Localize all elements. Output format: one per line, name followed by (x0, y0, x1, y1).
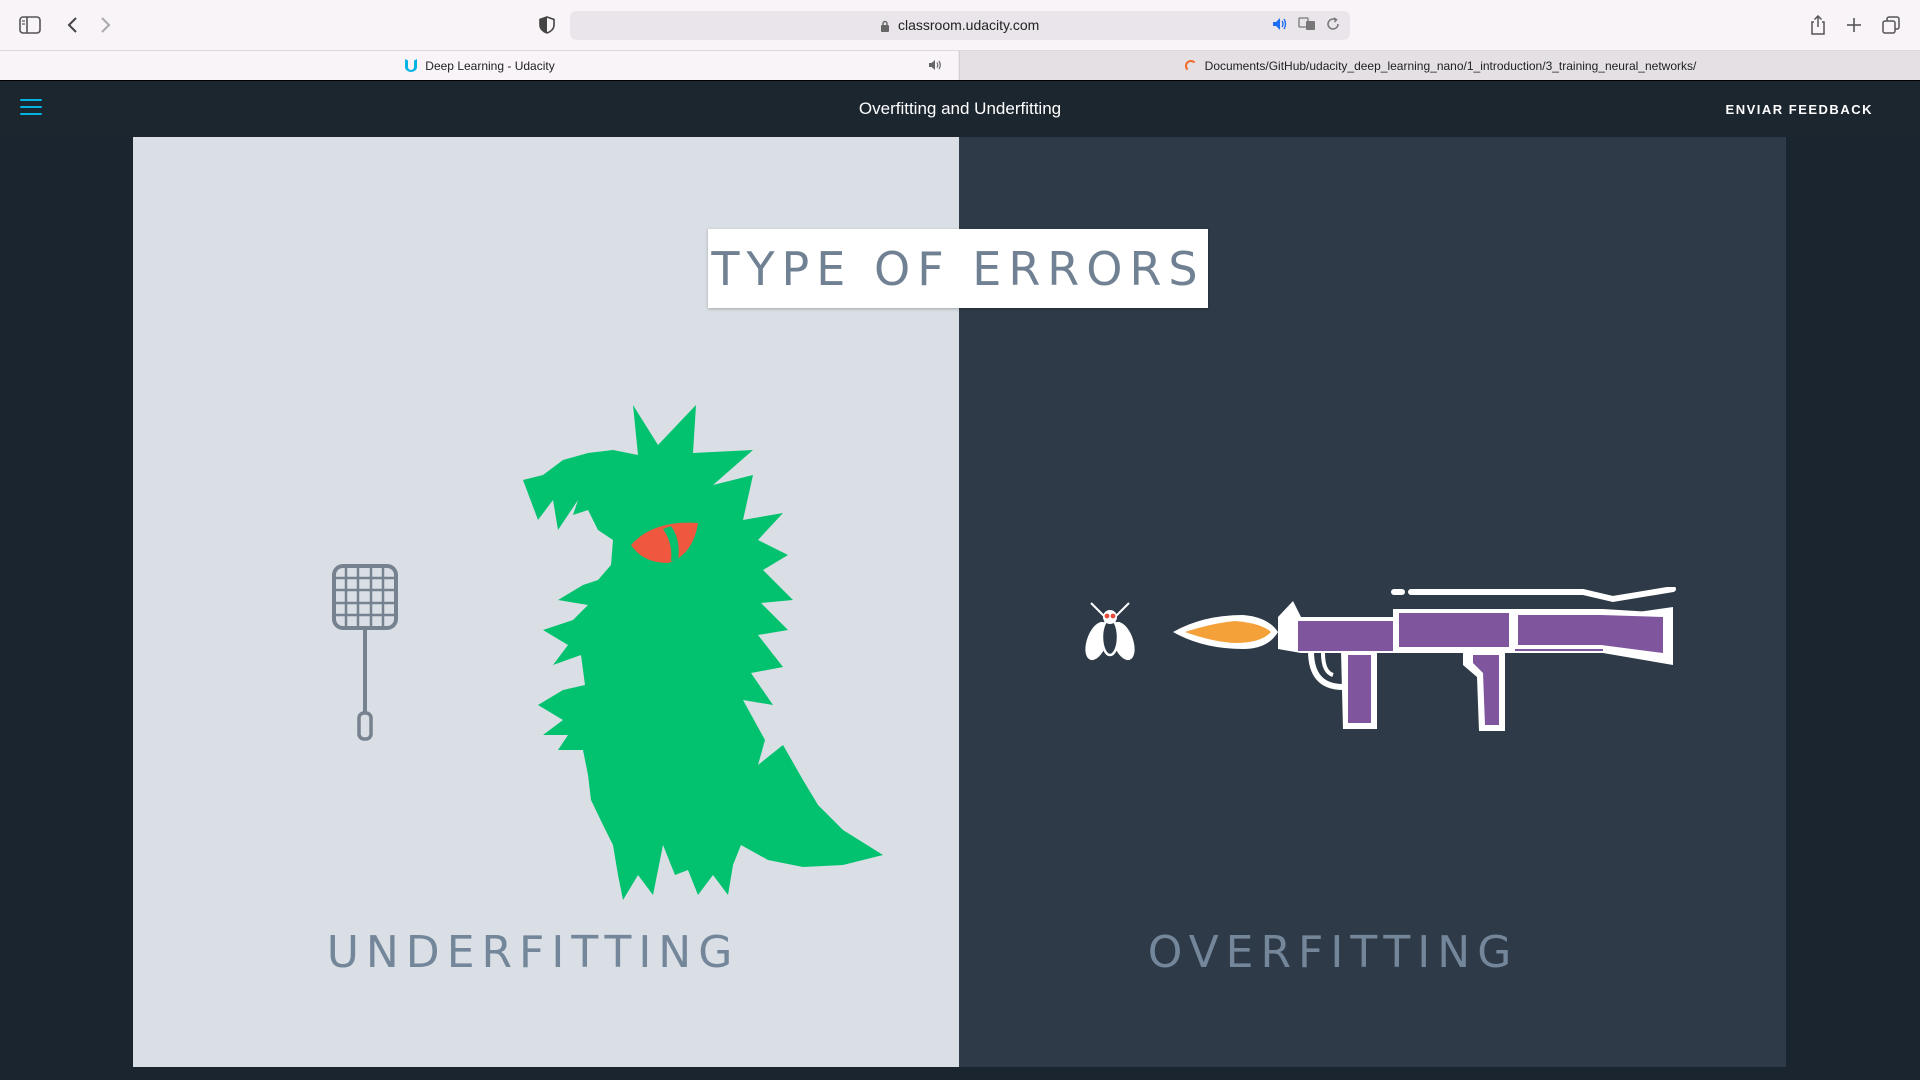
video-stage: TYPE OF ERRORS UNDERFITTING OVERFITTING (0, 137, 1920, 1080)
video-player[interactable]: TYPE OF ERRORS UNDERFITTING OVERFITTING (133, 137, 1786, 1067)
tab-audio-icon[interactable] (928, 59, 942, 74)
shield-icon[interactable] (535, 13, 559, 37)
lock-icon (880, 19, 890, 37)
address-bar[interactable]: classroom.udacity.com (570, 11, 1350, 40)
classroom-header: Overfitting and Underfitting ENVIAR FEED… (0, 80, 1920, 138)
back-icon[interactable] (60, 13, 84, 37)
page-title: Overfitting and Underfitting (858, 99, 1062, 118)
overfitting-label: OVERFITTING (1147, 927, 1519, 978)
monster-icon (523, 405, 883, 900)
tab-documents[interactable]: Documents/GitHub/udacity_deep_learning_n… (959, 51, 1920, 81)
tab-bar: Deep Learning - Udacity Documents/GitHub… (0, 50, 1920, 81)
udacity-logo-icon (403, 57, 419, 76)
audio-icon[interactable] (1272, 17, 1288, 36)
new-tab-icon[interactable] (1842, 13, 1866, 37)
browser-toolbar: classroom.udacity.com (0, 0, 1920, 50)
tab-label: Documents/GitHub/udacity_deep_learning_n… (1204, 59, 1697, 73)
tabs-overview-icon[interactable] (1879, 13, 1903, 37)
url-text: classroom.udacity.com (898, 17, 1040, 33)
tab-deep-learning[interactable]: Deep Learning - Udacity (0, 51, 958, 81)
fly-swatter-icon (332, 564, 398, 741)
translate-icon[interactable] (1298, 17, 1316, 36)
rocket-launcher-icon (1173, 587, 1676, 731)
fly-icon (1085, 602, 1135, 661)
forward-icon[interactable] (94, 13, 118, 37)
send-feedback-button[interactable]: ENVIAR FEEDBACK (1726, 102, 1873, 117)
share-icon[interactable] (1806, 13, 1830, 37)
slide-title-box: TYPE OF ERRORS (708, 229, 1208, 308)
sidebar-icon[interactable] (18, 13, 42, 37)
tab-label: Deep Learning - Udacity (425, 59, 555, 73)
reload-icon[interactable] (1326, 17, 1340, 36)
loading-icon (1184, 60, 1197, 72)
slide-title: TYPE OF ERRORS (711, 241, 1205, 296)
underfitting-label: UNDERFITTING (326, 927, 740, 978)
